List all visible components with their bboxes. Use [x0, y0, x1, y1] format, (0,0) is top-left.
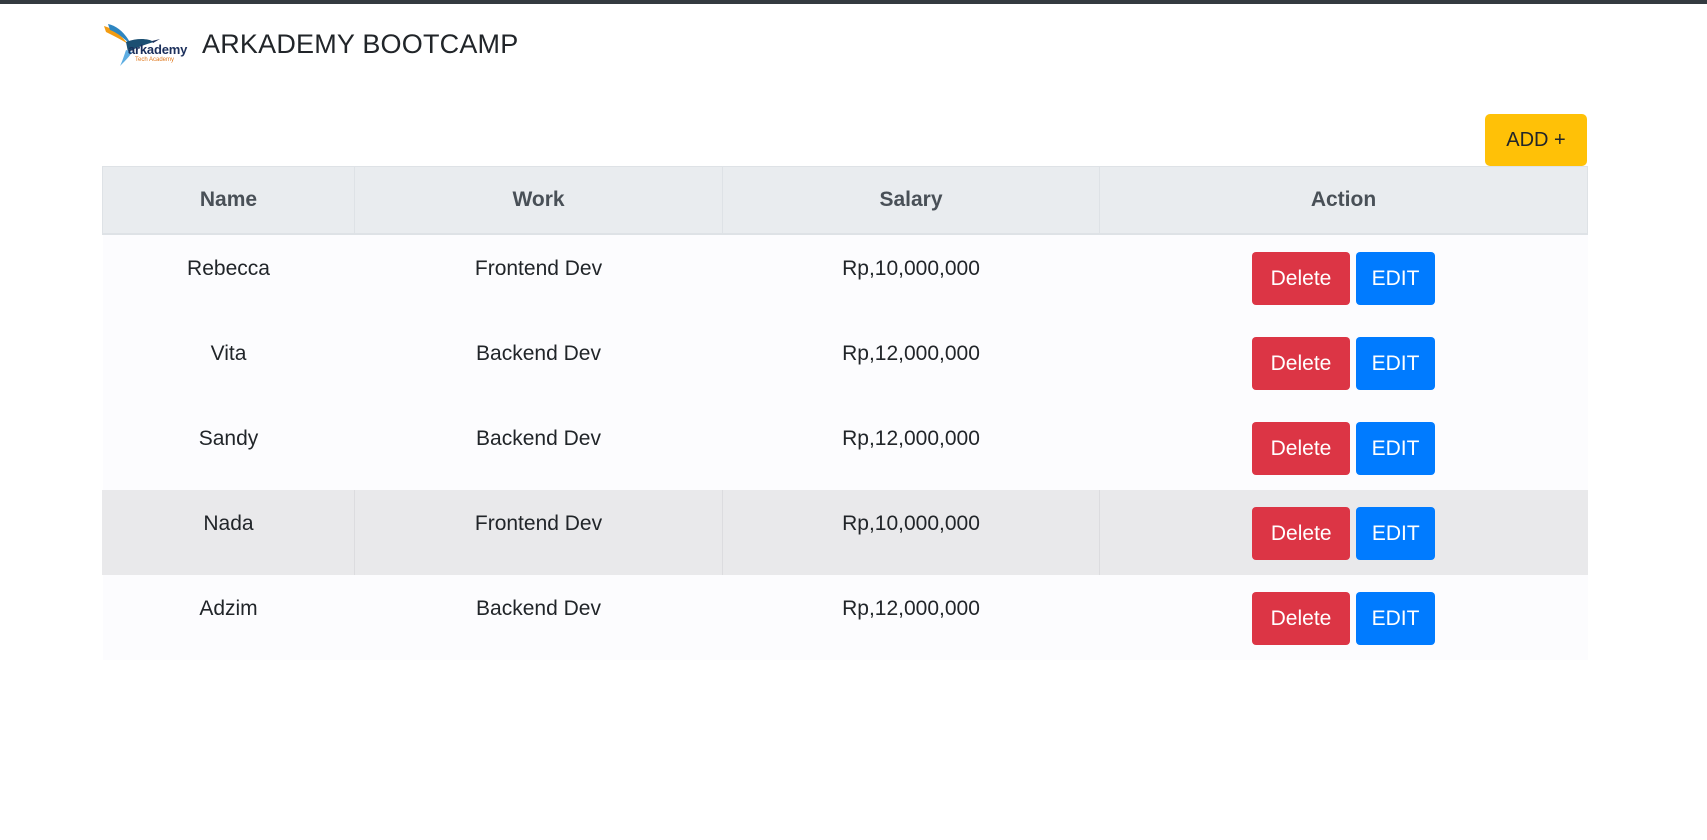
cell-action: Delete EDIT — [1099, 490, 1588, 575]
delete-button[interactable]: Delete — [1252, 337, 1350, 390]
employee-name: Vita — [210, 342, 247, 365]
cell-name: Rebecca — [102, 234, 355, 320]
edit-button[interactable]: EDIT — [1356, 422, 1435, 475]
logo-wordmark: arkademy — [128, 42, 188, 57]
employee-name: Adzim — [199, 597, 258, 620]
logo-tagline: Tech Academy — [135, 57, 175, 63]
row-actions: Delete EDIT — [1100, 575, 1588, 645]
row-actions: Delete EDIT — [1100, 490, 1588, 560]
employee-work: Frontend Dev — [474, 512, 603, 535]
row-actions: Delete EDIT — [1100, 320, 1588, 390]
brand-title[interactable]: ARKADEMY BOOTCAMP — [202, 29, 518, 60]
cell-salary: Rp,12,000,000 — [722, 320, 1100, 405]
employee-salary: Rp,10,000,000 — [842, 512, 980, 535]
cell-salary: Rp,12,000,000 — [722, 575, 1100, 660]
cell-action: Delete EDIT — [1099, 234, 1588, 320]
cell-name: Adzim — [102, 575, 355, 660]
employee-salary: Rp,12,000,000 — [842, 427, 980, 450]
row-actions: Delete EDIT — [1100, 235, 1588, 305]
employee-table: Name Work Salary Action Rebecca Frontend… — [102, 166, 1588, 660]
delete-button[interactable]: Delete — [1252, 507, 1351, 560]
table-row: Vita Backend Dev Rp,12,000,000 Delete ED… — [102, 320, 1588, 405]
column-header-salary: Salary — [722, 166, 1100, 235]
navbar: arkademy Tech Academy ARKADEMY BOOTCAMP — [102, 20, 518, 68]
column-header-name: Name — [102, 166, 355, 235]
employee-salary: Rp,10,000,000 — [842, 257, 980, 280]
table-row: Rebecca Frontend Dev Rp,10,000,000 Delet… — [102, 234, 1588, 320]
delete-button[interactable]: Delete — [1252, 252, 1350, 305]
column-header-action: Action — [1099, 166, 1588, 235]
cell-action: Delete EDIT — [1099, 405, 1588, 490]
cell-work: Frontend Dev — [354, 490, 723, 575]
employee-work: Frontend Dev — [474, 257, 603, 280]
employee-name: Nada — [203, 512, 254, 535]
employee-work: Backend Dev — [476, 427, 601, 450]
employee-name: Sandy — [198, 427, 259, 450]
delete-button[interactable]: Delete — [1252, 422, 1350, 475]
edit-button[interactable]: EDIT — [1356, 592, 1435, 645]
table-row: Sandy Backend Dev Rp,12,000,000 Delete E… — [102, 405, 1588, 490]
cell-work: Frontend Dev — [354, 234, 723, 320]
cell-name: Sandy — [102, 405, 355, 490]
employee-name: Rebecca — [187, 257, 270, 280]
add-button[interactable]: ADD + — [1485, 114, 1587, 166]
cell-name: Nada — [102, 490, 355, 575]
edit-button[interactable]: EDIT — [1356, 507, 1436, 560]
cell-salary: Rp,10,000,000 — [722, 490, 1100, 575]
cell-work: Backend Dev — [354, 575, 723, 660]
cell-work: Backend Dev — [354, 320, 723, 405]
row-actions: Delete EDIT — [1100, 405, 1588, 475]
edit-button[interactable]: EDIT — [1356, 252, 1435, 305]
employee-table-container: Name Work Salary Action Rebecca Frontend… — [102, 166, 1588, 660]
table-row: Adzim Backend Dev Rp,12,000,000 Delete E… — [102, 575, 1588, 660]
table-row-hovered: Nada Frontend Dev Rp,10,000,000 Delete E… — [102, 490, 1588, 575]
edit-button[interactable]: EDIT — [1356, 337, 1435, 390]
window-top-strip — [0, 0, 1707, 4]
column-header-work: Work — [354, 166, 723, 235]
employee-salary: Rp,12,000,000 — [842, 597, 980, 620]
delete-button[interactable]: Delete — [1252, 592, 1350, 645]
cell-salary: Rp,12,000,000 — [722, 405, 1100, 490]
hummingbird-logo-icon[interactable]: arkademy Tech Academy — [102, 22, 194, 66]
employee-salary: Rp,12,000,000 — [842, 342, 980, 365]
cell-name: Vita — [102, 320, 355, 405]
cell-action: Delete EDIT — [1099, 320, 1588, 405]
cell-salary: Rp,10,000,000 — [722, 234, 1100, 320]
table-header-row: Name Work Salary Action — [102, 166, 1588, 235]
cell-work: Backend Dev — [354, 405, 723, 490]
employee-work: Backend Dev — [476, 597, 601, 620]
cell-action: Delete EDIT — [1099, 575, 1588, 660]
employee-work: Backend Dev — [476, 342, 601, 365]
